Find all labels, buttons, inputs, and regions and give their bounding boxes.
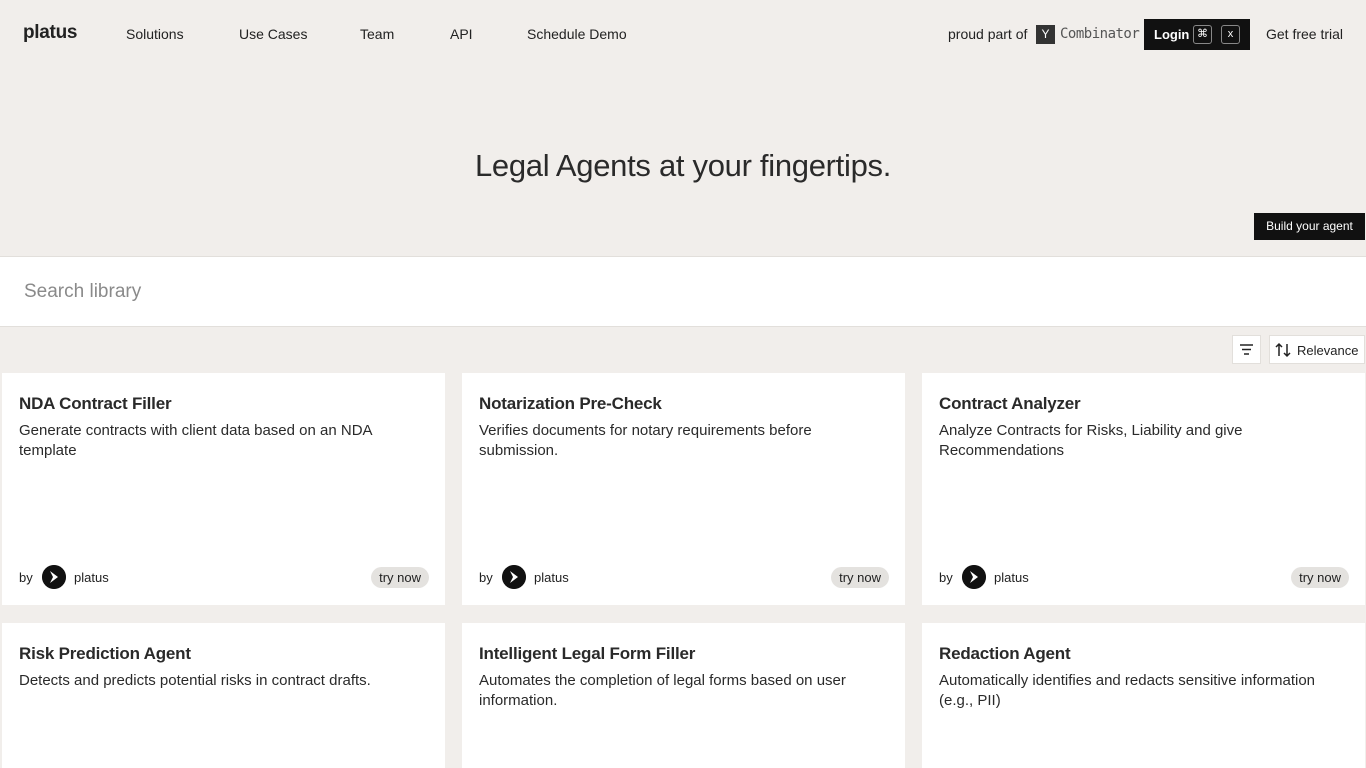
card-author: platus	[534, 570, 569, 585]
agent-card[interactable]: Contract Analyzer Analyze Contracts for …	[922, 373, 1365, 605]
try-now-button[interactable]: try now	[1291, 567, 1349, 588]
ycombinator-logo-icon: Y	[1036, 25, 1055, 44]
command-key-icon: ⌘	[1193, 25, 1212, 44]
card-description: Generate contracts with client data base…	[19, 422, 372, 459]
card-description: Verifies documents for notary requiremen…	[479, 422, 812, 459]
card-description: Detects and predicts potential risks in …	[19, 672, 371, 689]
platus-avatar-icon	[502, 565, 526, 589]
nav-use-cases[interactable]: Use Cases	[239, 26, 307, 42]
card-by-label: by	[19, 570, 33, 585]
search-bar	[0, 256, 1366, 327]
build-your-agent-button[interactable]: Build your agent	[1254, 213, 1365, 240]
card-title: Intelligent Legal Form Filler	[479, 644, 696, 663]
filter-button[interactable]	[1232, 335, 1261, 364]
card-title: NDA Contract Filler	[19, 394, 172, 413]
login-label: Login	[1154, 27, 1190, 42]
try-now-button[interactable]: try now	[831, 567, 889, 588]
card-description: Automates the completion of legal forms …	[479, 672, 846, 709]
nav-solutions[interactable]: Solutions	[126, 26, 184, 42]
try-now-button[interactable]: try now	[371, 567, 429, 588]
filter-icon	[1240, 344, 1253, 355]
agent-card[interactable]: Intelligent Legal Form Filler Automates …	[462, 623, 905, 768]
nav-schedule-demo[interactable]: Schedule Demo	[527, 26, 627, 42]
login-button[interactable]: Login ⌘ x	[1144, 19, 1250, 50]
platus-avatar-icon	[42, 565, 66, 589]
card-title: Contract Analyzer	[939, 394, 1081, 413]
search-input[interactable]	[24, 277, 1324, 307]
agent-card[interactable]: Risk Prediction Agent Detects and predic…	[2, 623, 445, 768]
agent-card[interactable]: NDA Contract Filler Generate contracts w…	[2, 373, 445, 605]
card-author: platus	[994, 570, 1029, 585]
proud-part-of-text: proud part of	[948, 26, 1028, 42]
card-title: Redaction Agent	[939, 644, 1071, 663]
nav-team[interactable]: Team	[360, 26, 394, 42]
get-free-trial-link[interactable]: Get free trial	[1266, 26, 1343, 42]
card-by-label: by	[479, 570, 493, 585]
sort-label: Relevance	[1297, 343, 1359, 358]
card-description: Analyze Contracts for Risks, Liability a…	[939, 422, 1243, 459]
logo[interactable]: platus	[23, 22, 77, 44]
card-description: Automatically identifies and redacts sen…	[939, 672, 1316, 709]
card-title: Risk Prediction Agent	[19, 644, 191, 663]
page-title: Legal Agents at your fingertips.	[474, 148, 892, 183]
ycombinator-text: Combinator	[1060, 26, 1140, 42]
platus-avatar-icon	[962, 565, 986, 589]
x-key-icon: x	[1221, 25, 1240, 44]
nav-api[interactable]: API	[450, 26, 473, 42]
card-title: Notarization Pre-Check	[479, 394, 662, 413]
agent-card[interactable]: Redaction Agent Automatically identifies…	[922, 623, 1365, 768]
top-nav: platus Solutions Use Cases Team API Sche…	[0, 0, 1366, 68]
card-author: platus	[74, 570, 109, 585]
sort-button[interactable]: Relevance	[1269, 335, 1365, 364]
card-by-label: by	[939, 570, 953, 585]
agent-card[interactable]: Notarization Pre-Check Verifies document…	[462, 373, 905, 605]
sort-arrows-icon	[1275, 342, 1291, 358]
